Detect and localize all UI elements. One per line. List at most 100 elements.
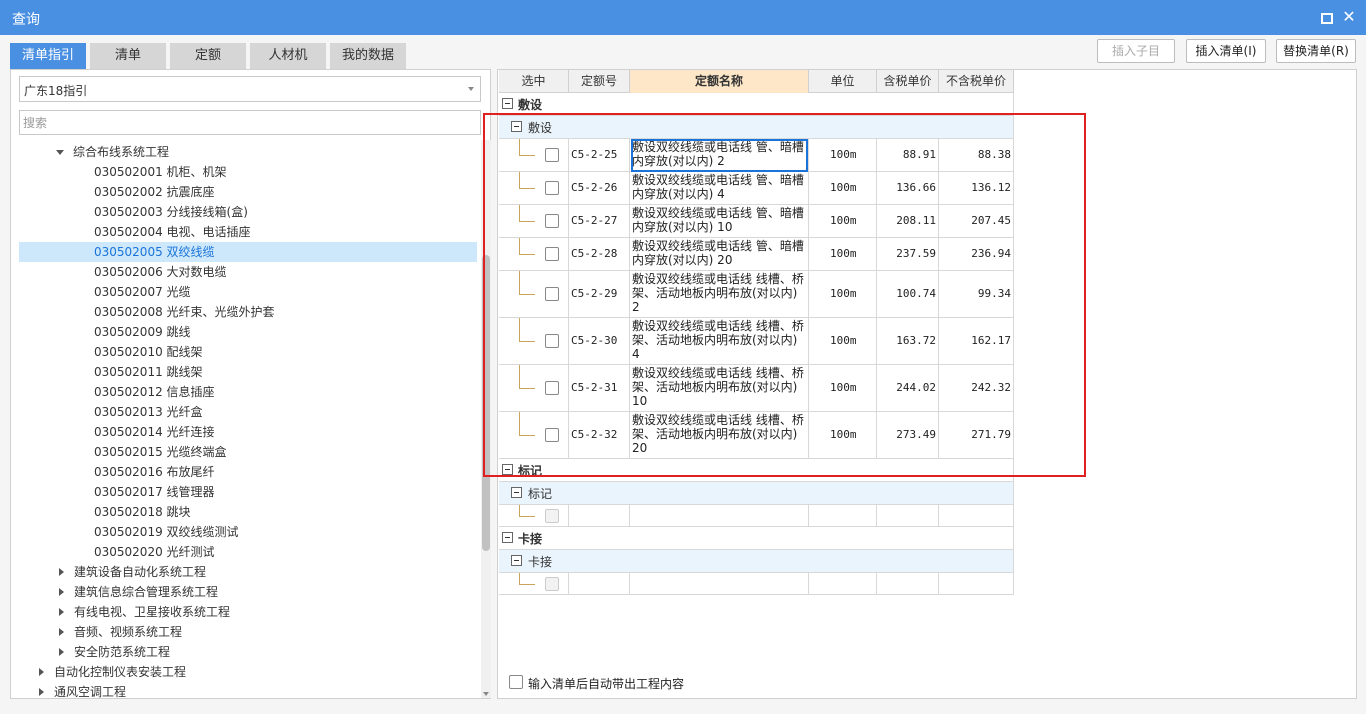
tree-node[interactable]: 030502007 光缆 xyxy=(19,282,477,302)
scrollbar-thumb[interactable] xyxy=(482,255,490,551)
expanded-arrow-icon[interactable] xyxy=(56,150,64,155)
table-row[interactable]: C5-2-27 敷设双绞线缆或电话线 管、暗槽内穿放(对以内) 10 100m 208… xyxy=(499,205,1014,238)
group-row[interactable]: 标记 xyxy=(499,459,1014,482)
quota-name[interactable]: 敷设双绞线缆或电话线 线槽、桥架、活动地板内明布放(对以内) 20 xyxy=(632,413,807,458)
collapse-icon[interactable] xyxy=(511,487,522,498)
tree-node[interactable]: 通风空调工程 xyxy=(19,682,477,700)
auto-content-checkbox[interactable] xyxy=(509,675,523,689)
guide-select[interactable]: 广东18指引 xyxy=(19,76,481,102)
tree-node[interactable]: 自动化控制仪表安装工程 xyxy=(19,662,477,682)
quota-name[interactable]: 敷设双绞线缆或电话线 管、暗槽内穿放(对以内) 2 xyxy=(631,139,808,172)
header-unit[interactable]: 单位 xyxy=(809,70,877,93)
tree-node[interactable]: 030502011 跳线架 xyxy=(19,362,477,382)
tree-node[interactable]: 030502001 机柜、机架 xyxy=(19,162,477,182)
subgroup-row[interactable]: 卡接 xyxy=(499,550,1014,573)
tree-node[interactable]: 030502010 配线架 xyxy=(19,342,477,362)
tree-node[interactable]: 030502017 线管理器 xyxy=(19,482,477,502)
tree-node[interactable]: 030502003 分线接线箱(盒) xyxy=(19,202,477,222)
tree-node[interactable]: 030502018 跳块 xyxy=(19,502,477,522)
table-row[interactable]: C5-2-25 敷设双绞线缆或电话线 管、暗槽内穿放(对以内) 2 100m 88.9… xyxy=(499,139,1014,172)
row-checkbox[interactable] xyxy=(545,287,559,301)
quota-name[interactable]: 敷设双绞线缆或电话线 线槽、桥架、活动地板内明布放(对以内) 10 xyxy=(632,366,807,411)
tree-node[interactable]: 建筑信息综合管理系统工程 xyxy=(19,582,477,602)
header-price-notax[interactable]: 不含税单价 xyxy=(939,70,1014,93)
tree-node-label: 安全防范系统工程 xyxy=(74,645,171,659)
collapsed-arrow-icon[interactable] xyxy=(59,568,64,576)
tree-line xyxy=(519,341,535,342)
tree-node[interactable]: 030502012 信息插座 xyxy=(19,382,477,402)
row-checkbox[interactable] xyxy=(545,334,559,348)
quota-name[interactable]: 敷设双绞线缆或电话线 管、暗槽内穿放(对以内) 10 xyxy=(632,206,807,237)
table-row[interactable]: C5-2-28 敷设双绞线缆或电话线 管、暗槽内穿放(对以内) 20 100m 237… xyxy=(499,238,1014,271)
header-price-tax[interactable]: 含税单价 xyxy=(877,70,939,93)
collapsed-arrow-icon[interactable] xyxy=(59,588,64,596)
group-row[interactable]: 敷设 xyxy=(499,93,1014,116)
tree-node[interactable]: 建筑设备自动化系统工程 xyxy=(19,562,477,582)
tree-node[interactable]: 030502005 双绞线缆 xyxy=(19,242,477,262)
tree-scrollbar[interactable] xyxy=(481,140,491,698)
header-code[interactable]: 定额号 xyxy=(569,70,630,93)
tree-node[interactable]: 有线电视、卫星接收系统工程 xyxy=(19,602,477,622)
insert-list-button[interactable]: 插入清单(I) xyxy=(1186,39,1266,63)
collapse-icon[interactable] xyxy=(502,532,513,543)
collapse-icon[interactable] xyxy=(511,555,522,566)
header-name[interactable]: 定额名称 xyxy=(630,70,809,93)
quota-name[interactable]: 敷设双绞线缆或电话线 管、暗槽内穿放(对以内) 20 xyxy=(632,239,807,270)
row-checkbox[interactable] xyxy=(545,247,559,261)
tree-node[interactable]: 030502002 抗震底座 xyxy=(19,182,477,202)
tree-node-label: 030502014 光纤连接 xyxy=(94,425,215,439)
collapse-icon[interactable] xyxy=(502,464,513,475)
tree-node[interactable]: 030502020 光纤测试 xyxy=(19,542,477,562)
tree-node[interactable]: 030502004 电视、电话插座 xyxy=(19,222,477,242)
row-checkbox xyxy=(545,577,559,591)
tree-node[interactable]: 030502006 大对数电缆 xyxy=(19,262,477,282)
tree-node[interactable]: 030502014 光纤连接 xyxy=(19,422,477,442)
tab-list[interactable]: 清单 xyxy=(90,43,166,69)
collapsed-arrow-icon[interactable] xyxy=(59,608,64,616)
replace-list-button[interactable]: 替换清单(R) xyxy=(1276,39,1356,63)
collapsed-arrow-icon[interactable] xyxy=(39,668,44,676)
row-checkbox[interactable] xyxy=(545,214,559,228)
row-checkbox[interactable] xyxy=(545,381,559,395)
collapse-icon[interactable] xyxy=(511,121,522,132)
quota-code: C5-2-25 xyxy=(571,148,618,161)
tree-node[interactable]: 030502016 布放尾纤 xyxy=(19,462,477,482)
table-row[interactable]: C5-2-32 敷设双绞线缆或电话线 线槽、桥架、活动地板内明布放(对以内) 20… xyxy=(499,412,1014,459)
price-with-tax: 88.91 xyxy=(902,148,936,161)
maximize-icon[interactable] xyxy=(1316,8,1334,26)
table-row[interactable]: C5-2-30 敷设双绞线缆或电话线 线槽、桥架、活动地板内明布放(对以内) 4 1… xyxy=(499,318,1014,365)
subgroup-row[interactable]: 标记 xyxy=(499,482,1014,505)
quota-name[interactable]: 敷设双绞线缆或电话线 管、暗槽内穿放(对以内) 4 xyxy=(632,173,807,204)
quota-name[interactable]: 敷设双绞线缆或电话线 线槽、桥架、活动地板内明布放(对以内) 4 xyxy=(632,319,807,364)
search-input[interactable] xyxy=(19,110,481,135)
tree-node[interactable]: 030502013 光纤盒 xyxy=(19,402,477,422)
table-row[interactable]: C5-2-29 敷设双绞线缆或电话线 线槽、桥架、活动地板内明布放(对以内) 2 1… xyxy=(499,271,1014,318)
close-icon[interactable]: ✕ xyxy=(1340,8,1358,26)
group-row[interactable]: 卡接 xyxy=(499,527,1014,550)
subgroup-row[interactable]: 敷设 xyxy=(499,116,1014,139)
tree-node[interactable]: 安全防范系统工程 xyxy=(19,642,477,662)
table-row[interactable]: C5-2-26 敷设双绞线缆或电话线 管、暗槽内穿放(对以内) 4 100m 136.… xyxy=(499,172,1014,205)
collapsed-arrow-icon[interactable] xyxy=(39,688,44,696)
quota-name[interactable]: 敷设双绞线缆或电话线 线槽、桥架、活动地板内明布放(对以内) 2 xyxy=(632,272,807,317)
tree-node[interactable]: 030502019 双绞线缆测试 xyxy=(19,522,477,542)
tab-my-data[interactable]: 我的数据 xyxy=(330,43,406,69)
tab-quota[interactable]: 定额 xyxy=(170,43,246,69)
row-checkbox[interactable] xyxy=(545,148,559,162)
tree-node[interactable]: 综合布线系统工程 xyxy=(19,142,477,162)
scroll-down-icon[interactable] xyxy=(483,692,489,696)
table-row[interactable]: C5-2-31 敷设双绞线缆或电话线 线槽、桥架、活动地板内明布放(对以内) 10… xyxy=(499,365,1014,412)
collapsed-arrow-icon[interactable] xyxy=(59,648,64,656)
tab-list-guide[interactable]: 清单指引 xyxy=(10,43,86,69)
row-checkbox[interactable] xyxy=(545,181,559,195)
row-checkbox[interactable] xyxy=(545,428,559,442)
insert-child-button[interactable]: 插入子目 xyxy=(1097,39,1175,63)
collapse-icon[interactable] xyxy=(502,98,513,109)
tree-node[interactable]: 030502009 跳线 xyxy=(19,322,477,342)
header-select[interactable]: 选中 xyxy=(499,70,569,93)
tree-node[interactable]: 030502008 光纤束、光缆外护套 xyxy=(19,302,477,322)
tree-node[interactable]: 030502015 光缆终端盒 xyxy=(19,442,477,462)
tab-labor-material[interactable]: 人材机 xyxy=(250,43,326,69)
collapsed-arrow-icon[interactable] xyxy=(59,628,64,636)
tree-node[interactable]: 音频、视频系统工程 xyxy=(19,622,477,642)
